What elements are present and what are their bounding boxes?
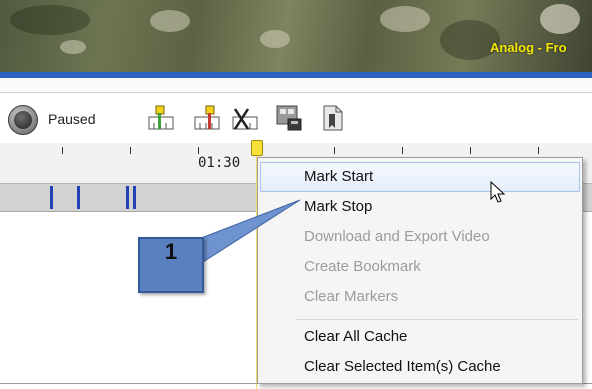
callout-badge: 1 [138,237,204,293]
callout-arrow [195,199,301,263]
